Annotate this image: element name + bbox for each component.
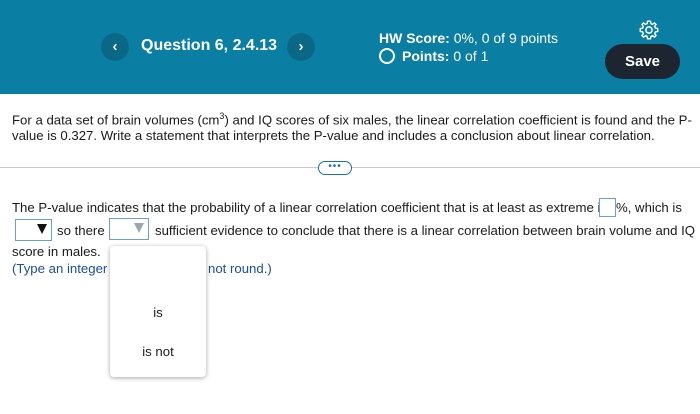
dropdown-arrow-icon (37, 224, 47, 234)
question-text: For a data set of brain volumes (cm3) an… (12, 108, 694, 144)
chevron-left-icon: ‹ (112, 38, 118, 55)
dropdown-option-is-not[interactable]: is not (110, 344, 206, 359)
first-dropdown-select[interactable] (15, 219, 52, 241)
answer-line3: score in males. (12, 244, 101, 259)
question-text-part1: For a data set of brain volumes (cm (12, 112, 220, 128)
instruction-note-end: not round.) (208, 261, 272, 276)
next-question-button[interactable]: › (287, 33, 315, 61)
dropdown-menu: is is not (110, 246, 206, 377)
dropdown-arrow-icon (134, 223, 144, 233)
save-button[interactable]: Save (605, 44, 680, 79)
answer-line2-rest: sufficient evidence to conclude that the… (155, 223, 696, 238)
gear-icon[interactable] (638, 19, 660, 41)
hw-score-value: 0%, 0 of 9 points (453, 30, 558, 46)
answer-line1-end: %, which is (616, 200, 682, 215)
hw-score: HW Score: 0%, 0 of 9 points (379, 30, 558, 46)
points: Points: 0 of 1 (379, 48, 488, 64)
header-bar: ‹ Question 6, 2.4.13 › HW Score: 0%, 0 o… (0, 0, 700, 94)
dropdown-option-is[interactable]: is (110, 305, 206, 320)
probability-answer-input[interactable] (599, 198, 616, 217)
points-label: Points: (402, 48, 450, 64)
instruction-note-start: (Type an integer (12, 261, 108, 276)
evidence-dropdown-select[interactable] (109, 218, 149, 240)
previous-question-button[interactable]: ‹ (101, 33, 129, 61)
answer-line1-start: The P-value indicates that the probabili… (12, 200, 607, 215)
points-value: 0 of 1 (453, 48, 489, 64)
question-title: Question 6, 2.4.13 (141, 37, 278, 54)
chevron-right-icon: › (298, 38, 304, 55)
hw-score-label: HW Score: (379, 30, 450, 46)
so-there-text: so there (57, 223, 105, 238)
more-options-button[interactable]: ••• (318, 161, 352, 175)
points-status-icon (379, 48, 395, 64)
